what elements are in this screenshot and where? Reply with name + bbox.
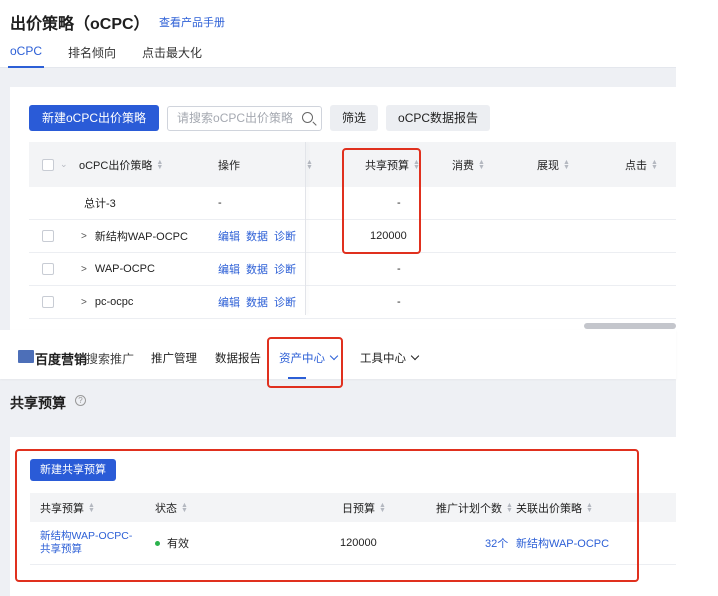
sort-icon[interactable]: ▲ ▼ (306, 159, 313, 171)
section-title: 共享预算 (10, 395, 66, 411)
strategy-tabs: oCPC 排名倾向 点击最大化 (7, 44, 228, 68)
header-strategy[interactable]: oCPC出价策略 ▲ ▼ (79, 142, 163, 187)
search-icon[interactable] (302, 111, 314, 123)
header-impressions[interactable]: 展现 ▲ ▼ (537, 142, 570, 187)
diagnose-link[interactable]: 诊断 (274, 294, 296, 310)
nav-campaign-mgmt[interactable]: 推广管理 (151, 350, 197, 366)
select-all[interactable]: ⌄ (42, 142, 68, 187)
expand-icon[interactable]: > (81, 297, 87, 308)
edit-link[interactable]: 编辑 (218, 294, 240, 310)
row-checkbox[interactable] (42, 296, 54, 308)
table-row: > WAP-OCPC 编辑 数据 诊断 - (29, 253, 676, 286)
ocpc-report-button[interactable]: oCPC数据报告 (386, 105, 491, 131)
edit-link[interactable]: 编辑 (218, 228, 240, 244)
strategy-search-box[interactable] (167, 105, 323, 131)
sort-icon[interactable]: ▲ ▼ (478, 159, 485, 171)
nav-tool-center[interactable]: 工具中心 (360, 350, 420, 366)
header-clicks[interactable]: 点击 ▲ ▼ (625, 142, 658, 187)
data-link[interactable]: 数据 (246, 228, 268, 244)
nav-data-report[interactable]: 数据报告 (215, 350, 261, 366)
strategy-search-input[interactable] (177, 106, 298, 130)
select-all-checkbox[interactable] (42, 158, 54, 171)
diagnose-link[interactable]: 诊断 (274, 261, 296, 277)
tab-ocpc[interactable]: oCPC (7, 44, 45, 68)
column-drag-handle[interactable]: ▲ ▼ (302, 142, 313, 187)
strategy-name: WAP-OCPC (94, 263, 155, 275)
highlight-box-shared-budget-table (15, 449, 639, 582)
highlight-box-asset-center (267, 337, 343, 388)
new-ocpc-strategy-button[interactable]: 新建oCPC出价策略 (29, 105, 160, 131)
highlight-box-shared-budget (342, 148, 421, 254)
expand-icon[interactable]: > (81, 231, 87, 242)
baidu-logo-icon (18, 350, 34, 363)
edit-link[interactable]: 编辑 (218, 261, 240, 277)
page-header: 出价策略（oCPC） 查看产品手册 oCPC 排名倾向 点击最大化 (0, 0, 676, 68)
header-ops: 操作 (218, 159, 240, 172)
data-link[interactable]: 数据 (246, 294, 268, 310)
strategy-name: 新结构WAP-OCPC (94, 231, 188, 243)
filter-button[interactable]: 筛选 (330, 105, 379, 131)
tab-rank-preference[interactable]: 排名倾向 (68, 44, 116, 68)
help-icon[interactable]: ? (75, 395, 86, 406)
chevron-down-icon (410, 351, 420, 361)
header-cost[interactable]: 消费 ▲ ▼ (452, 142, 485, 187)
sort-icon[interactable]: ▲ ▼ (156, 159, 163, 171)
data-link[interactable]: 数据 (246, 261, 268, 277)
frozen-column-divider (305, 142, 306, 315)
strategy-toolbar: 新建oCPC出价策略 筛选 oCPC数据报告 (29, 105, 491, 131)
expand-icon[interactable]: > (81, 264, 87, 275)
horizontal-scrollbar[interactable] (584, 323, 676, 329)
ocpc-strategy-panel: 出价策略（oCPC） 查看产品手册 oCPC 排名倾向 点击最大化 新建oCPC… (0, 0, 676, 330)
total-ops: - (218, 197, 222, 209)
diagnose-link[interactable]: 诊断 (274, 228, 296, 244)
logo-subtitle: 搜索推广 (86, 352, 135, 366)
total-label: 总计-3 (84, 198, 116, 210)
logo-text: 百度营销 (35, 352, 88, 367)
strategy-name: pc-ocpc (94, 296, 134, 308)
shared-budget-value: - (397, 263, 401, 275)
sort-icon[interactable]: ▲ ▼ (563, 159, 570, 171)
product-manual-link[interactable]: 查看产品手册 (159, 14, 225, 30)
shared-budget-value: - (397, 296, 401, 308)
page-title: 出价策略（oCPC） (10, 16, 150, 33)
row-checkbox[interactable] (42, 263, 54, 275)
sort-icon[interactable]: ▲ ▼ (651, 159, 658, 171)
table-row: > pc-ocpc 编辑 数据 诊断 - (29, 286, 676, 319)
tab-max-clicks[interactable]: 点击最大化 (142, 44, 202, 68)
chevron-down-icon[interactable]: ⌄ (60, 159, 68, 170)
row-checkbox[interactable] (42, 230, 54, 242)
